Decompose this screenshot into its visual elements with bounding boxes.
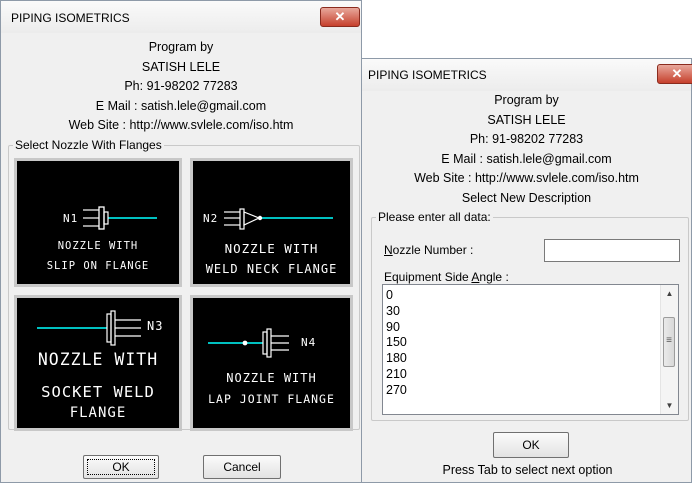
close-button[interactable]: ✕ (657, 64, 692, 84)
info-line-author: SATISH LELE (487, 112, 566, 127)
ok-button[interactable]: OK (83, 455, 159, 479)
scrollbar-thumb[interactable]: ≡ (663, 317, 675, 367)
info-line-phone: Ph: 91-98202 77283 (469, 132, 584, 146)
info-line-email: E Mail : satish.lele@gmail.com (441, 151, 612, 166)
close-icon: ✕ (334, 9, 346, 24)
info-line-website: Web Site : http://www.svlele.com/iso.htm (414, 171, 639, 185)
tile-line-1: NOZZLE WITH (224, 241, 319, 256)
nozzle-number-label: Nozzle Number : (384, 243, 473, 257)
title-bar: PIPING ISOMETRICS ✕ (1, 1, 361, 33)
focus-rect (87, 459, 155, 475)
list-item[interactable]: 210 (386, 367, 407, 383)
close-button[interactable]: ✕ (320, 7, 360, 27)
nozzle-tile-lap-joint[interactable]: N4 NOZZLE WITH LAP JOINT FLANGE (190, 295, 353, 431)
tile-line-2: SOCKET WELD (41, 383, 155, 401)
tile-line-1: NOZZLE WITH (37, 350, 159, 369)
equipment-angle-listbox[interactable]: 0 30 90 150 180 210 270 ▲ ≡ ▼ (382, 284, 679, 415)
tile-line-1: NOZZLE WITH (57, 240, 139, 252)
tile-line-2: WELD NECK FLANGE (205, 262, 338, 276)
list-item[interactable]: 0 (386, 288, 407, 304)
dialog-title: PIPING ISOMETRICS (368, 68, 487, 82)
tile-tag: N4 (301, 336, 317, 349)
scroll-up-arrow-icon[interactable]: ▲ (661, 285, 678, 302)
list-item[interactable]: 30 (386, 304, 407, 320)
nozzle-data-dialog: PIPING ISOMETRICS ✕ Program by SATISH LE… (361, 58, 692, 483)
dialog-title: PIPING ISOMETRICS (11, 11, 130, 25)
tile-tag: N2 (203, 212, 219, 225)
tile-tag: N1 (63, 212, 79, 225)
scroll-down-arrow-icon[interactable]: ▼ (661, 397, 678, 414)
list-item[interactable]: 90 (386, 320, 407, 336)
close-icon: ✕ (671, 66, 683, 81)
cancel-button[interactable]: Cancel (203, 455, 281, 479)
nozzle-flange-dialog: PIPING ISOMETRICS ✕ Program by SATISH LE… (0, 0, 362, 483)
info-line-website: Web Site : http://www.svlele.com/iso.htm (68, 118, 294, 132)
list-item[interactable]: 180 (386, 351, 407, 367)
lap-joint-flange-icon (208, 328, 289, 358)
equipment-angle-label: Equipment Side Angle : (384, 270, 509, 284)
tile-tag: N3 (147, 319, 164, 333)
info-line-phone: Ph: 91-98202 77283 (124, 79, 238, 93)
nozzle-tile-slip-on[interactable]: N1 NOZZLE WITH SLIP ON FLANGE (14, 158, 182, 287)
angle-list: 0 30 90 150 180 210 270 (386, 288, 407, 399)
list-item[interactable]: 270 (386, 383, 407, 399)
program-info: Program by SATISH LELE Ph: 91-98202 7728… (362, 91, 691, 208)
nozzle-tile-socket-weld[interactable]: N3 NOZZLE WITH SOCKET WELD FLANGE (14, 295, 182, 431)
tile-line-1: NOZZLE WITH (226, 371, 317, 385)
title-bar: PIPING ISOMETRICS ✕ (362, 59, 692, 91)
info-line-select-description: Select New Description (461, 190, 592, 205)
tile-line-3: FLANGE (69, 405, 127, 421)
group-label: Select Nozzle With Flanges (13, 138, 164, 152)
nozzle-label-text: ozzle Number : (392, 243, 474, 257)
info-line-email: E Mail : satish.lele@gmail.com (95, 98, 267, 113)
group-label: Please enter all data: (376, 210, 493, 224)
cancel-label: Cancel (223, 460, 261, 474)
info-line-program-by: Program by (494, 93, 559, 107)
tile-line-2: SLIP ON FLANGE (46, 260, 150, 272)
nozzle-label-accelerator: N (384, 243, 393, 257)
vertical-scrollbar[interactable]: ▲ ≡ ▼ (660, 285, 678, 414)
ok-label: OK (522, 438, 540, 452)
angle-label-rest: ngle : (479, 270, 509, 284)
tile-line-2: LAP JOINT FLANGE (208, 392, 335, 406)
program-info: Program by SATISH LELE Ph: 91-98202 7728… (1, 38, 361, 136)
nozzle-number-input[interactable] (544, 239, 680, 262)
info-line-program-by: Program by (148, 40, 214, 54)
nozzle-tile-weld-neck[interactable]: N2 NOZZLE WITH WELD NECK FLANGE (190, 158, 353, 287)
list-item[interactable]: 150 (386, 335, 407, 351)
ok-button[interactable]: OK (493, 432, 569, 458)
angle-label-prefix: Equipment Side (384, 270, 472, 284)
info-line-author: SATISH LELE (141, 59, 221, 74)
tab-hint: Press Tab to select next option (442, 463, 613, 477)
